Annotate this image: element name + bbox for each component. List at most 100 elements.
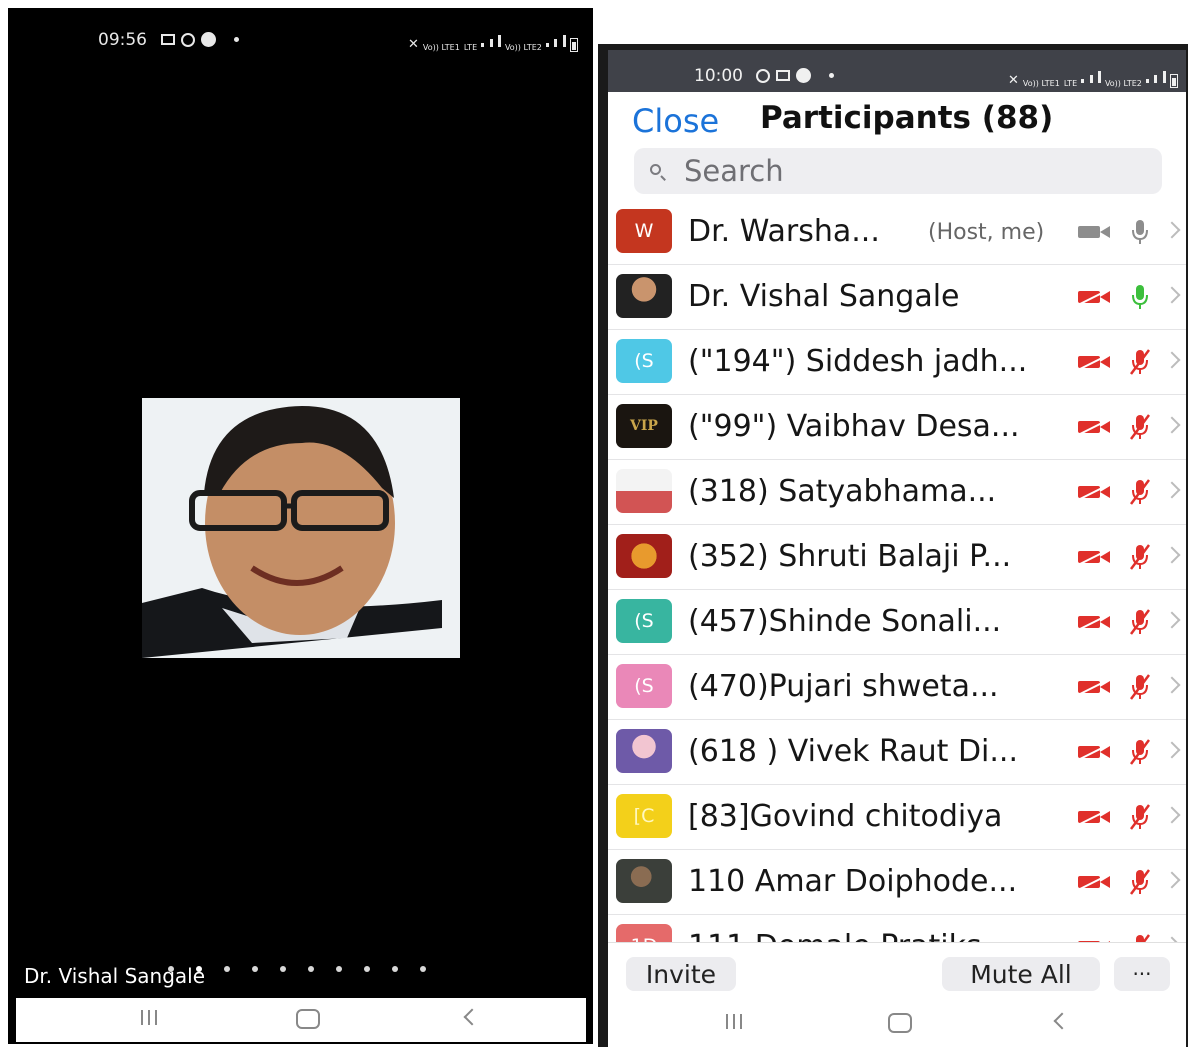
video-off-icon xyxy=(1078,679,1112,695)
chevron-right-icon[interactable] xyxy=(1163,416,1181,434)
gallery-icon xyxy=(161,34,175,45)
video-off-icon xyxy=(1078,549,1112,565)
participant-name: (618 ) Vivek Raut Di... xyxy=(688,734,1018,769)
status-time: 09:56 xyxy=(98,30,147,50)
whatsapp-icon xyxy=(756,68,770,83)
video-off-icon xyxy=(1078,809,1112,825)
mute-icon: ✕ xyxy=(1008,73,1019,88)
signal2-icon xyxy=(545,32,566,52)
mute-all-button[interactable]: Mute All xyxy=(942,957,1100,991)
whatsapp-icon xyxy=(181,32,195,47)
participant-row[interactable]: 110 Amar Doiphode... xyxy=(608,850,1186,915)
chevron-right-icon[interactable] xyxy=(1163,351,1181,369)
page-indicator[interactable] xyxy=(168,966,426,972)
recent-apps-button[interactable] xyxy=(726,1014,742,1029)
chevron-right-icon[interactable] xyxy=(1163,611,1181,629)
participant-name: ("194") Siddesh jadh... xyxy=(688,344,1028,379)
page-dot[interactable] xyxy=(364,966,370,972)
video-off-icon xyxy=(1078,744,1112,760)
signal-icon xyxy=(481,32,501,52)
chevron-right-icon[interactable] xyxy=(1163,871,1181,889)
android-nav-bar xyxy=(16,998,586,1042)
page-dot[interactable] xyxy=(224,966,230,972)
participant-avatar: VIP xyxy=(616,404,672,448)
participant-row[interactable]: (318) Satyabhama... xyxy=(608,460,1186,525)
mic-muted-icon xyxy=(1130,738,1150,766)
participant-row[interactable]: VIP ("99") Vaibhav Desa... xyxy=(608,395,1186,460)
volte-label: Vo)) LTE1 xyxy=(1022,79,1060,88)
page-dot[interactable] xyxy=(196,966,202,972)
mic-muted-icon xyxy=(1130,608,1150,636)
video-off-icon xyxy=(1078,419,1112,435)
participant-list: W Dr. Warsha... (Host, me) Dr. Vishal Sanga… xyxy=(608,200,1186,980)
more-options-button[interactable]: ··· xyxy=(1114,957,1170,991)
chevron-right-icon[interactable] xyxy=(1163,546,1181,564)
meeting-video-screen: 09:56 ✕ Vo)) LTE1 LTE Vo)) LTE2 Dr. Vish… xyxy=(8,8,593,1044)
back-button[interactable] xyxy=(1053,1012,1071,1030)
participant-name: (470)Pujari shweta... xyxy=(688,669,999,704)
status-time: 10:00 xyxy=(694,66,743,86)
chevron-right-icon[interactable] xyxy=(1163,221,1181,239)
participant-row[interactable]: [C [83]Govind chitodiya xyxy=(608,785,1186,850)
video-off-icon xyxy=(1078,289,1112,305)
participant-row[interactable]: (S (470)Pujari shweta... xyxy=(608,655,1186,720)
participant-name: [83]Govind chitodiya xyxy=(688,799,1003,834)
page-dot[interactable] xyxy=(308,966,314,972)
page-dot[interactable] xyxy=(280,966,286,972)
participant-avatar: (S xyxy=(616,599,672,643)
home-button[interactable] xyxy=(888,1013,912,1033)
mic-muted-icon xyxy=(1130,868,1150,896)
video-off-icon xyxy=(1078,484,1112,500)
participant-avatar: W xyxy=(616,209,672,253)
back-button[interactable] xyxy=(463,1008,481,1026)
gallery-icon xyxy=(776,70,790,81)
participant-avatar xyxy=(616,729,672,773)
participant-row[interactable]: Dr. Vishal Sangale xyxy=(608,265,1186,330)
notification-dot-icon xyxy=(234,37,239,42)
participants-footer: Invite Mute All ··· xyxy=(608,942,1186,1001)
chrome-icon xyxy=(201,32,216,47)
microphone-icon xyxy=(1130,283,1150,311)
volte2-label: Vo)) LTE2 xyxy=(504,43,542,52)
mic-muted-icon xyxy=(1130,803,1150,831)
participant-name: (457)Shinde Sonali... xyxy=(688,604,1002,639)
page-dot[interactable] xyxy=(392,966,398,972)
participant-avatar: (S xyxy=(616,339,672,383)
participant-row[interactable]: W Dr. Warsha... (Host, me) xyxy=(608,200,1186,265)
battery-icon xyxy=(569,38,578,52)
page-dot[interactable] xyxy=(336,966,342,972)
participant-avatar xyxy=(616,274,672,318)
participant-name: ("99") Vaibhav Desa... xyxy=(688,409,1020,444)
battery-icon xyxy=(1169,74,1178,88)
participants-header: Close Participants (88) xyxy=(608,92,1186,142)
chevron-right-icon[interactable] xyxy=(1163,676,1181,694)
page-dot[interactable] xyxy=(252,966,258,972)
chevron-right-icon[interactable] xyxy=(1163,481,1181,499)
participant-name: (352) Shruti Balaji P... xyxy=(688,539,1012,574)
close-button[interactable]: Close xyxy=(632,102,719,140)
participant-row[interactable]: (618 ) Vivek Raut Di... xyxy=(608,720,1186,785)
chevron-right-icon[interactable] xyxy=(1163,286,1181,304)
mic-muted-icon xyxy=(1130,673,1150,701)
page-dot[interactable] xyxy=(420,966,426,972)
participant-row[interactable]: (S (457)Shinde Sonali... xyxy=(608,590,1186,655)
home-button[interactable] xyxy=(296,1009,320,1029)
page-dot[interactable] xyxy=(168,966,174,972)
participants-screen: 10:00 ✕ Vo)) LTE1 LTE Vo)) LTE2 Close Pa… xyxy=(598,44,1188,1047)
volte2-label: Vo)) LTE2 xyxy=(1104,79,1142,88)
chevron-right-icon[interactable] xyxy=(1163,806,1181,824)
lte-label: LTE xyxy=(1063,79,1078,88)
mic-muted-icon xyxy=(1130,348,1150,376)
participant-name: Dr. Warsha... xyxy=(688,214,880,249)
invite-button[interactable]: Invite xyxy=(626,957,736,991)
chevron-right-icon[interactable] xyxy=(1163,741,1181,759)
signal-icon xyxy=(1081,68,1101,88)
search-input[interactable]: Search xyxy=(634,148,1162,194)
participant-avatar: [C xyxy=(616,794,672,838)
participant-avatar xyxy=(616,859,672,903)
android-nav-bar xyxy=(608,1002,1186,1047)
mic-muted-icon xyxy=(1130,543,1150,571)
participant-row[interactable]: (352) Shruti Balaji P... xyxy=(608,525,1186,590)
participant-row[interactable]: (S ("194") Siddesh jadh... xyxy=(608,330,1186,395)
recent-apps-button[interactable] xyxy=(141,1010,157,1025)
